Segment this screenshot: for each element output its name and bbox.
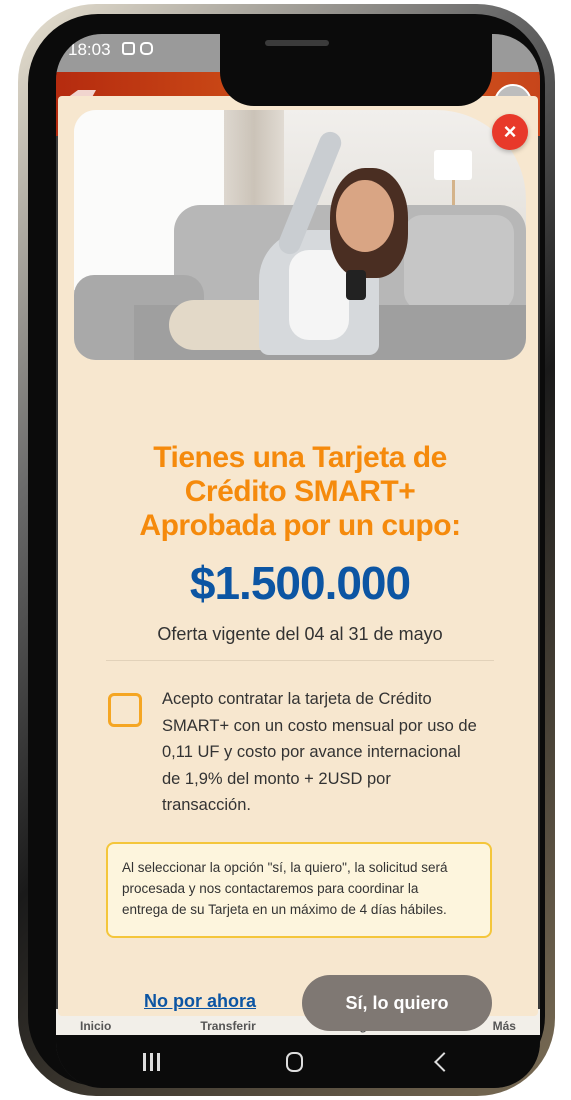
offer-title-line: Tienes una Tarjeta de (153, 441, 447, 474)
phone-screen: 18:03 Inicio Transferir Seguridad Más (56, 34, 540, 1088)
status-time: 18:03 (68, 40, 111, 59)
nav-item-transferir[interactable]: Transferir (200, 1019, 255, 1035)
hero-image (74, 110, 526, 360)
nav-item-inicio[interactable]: Inicio (80, 1019, 111, 1035)
accept-terms-line: Acepto contratar la tarjeta de Crédito (162, 690, 432, 708)
credit-amount: $1.500.000 (189, 557, 411, 609)
speaker-grille (265, 40, 329, 46)
not-now-link[interactable]: No por ahora (144, 991, 256, 1012)
recent-apps-icon[interactable] (143, 1053, 161, 1071)
divider (106, 660, 494, 661)
nav-item-mas[interactable]: Más (493, 1019, 516, 1035)
accept-terms-line: 0,11 UF y costo por avance internacional (162, 743, 461, 761)
close-button[interactable]: × (492, 114, 528, 150)
accept-terms-text: Acepto contratar la tarjeta de Crédito S… (162, 686, 502, 819)
system-navigation-bar (56, 1035, 540, 1088)
offer-title-line: Aprobada por un cupo: (139, 509, 461, 542)
accept-terms-line: de 1,9% del monto + 2USD por (162, 769, 391, 788)
credit-card-offer-modal: × Tienes una Tarjeta de Crédito SMART+ A… (58, 96, 540, 1031)
accept-terms-checkbox[interactable] (108, 693, 142, 727)
accept-offer-button[interactable]: Sí, lo quiero (302, 975, 492, 1031)
accept-terms-line: SMART+ con un costo mensual por uso de (162, 716, 477, 735)
offer-title: Tienes una Tarjeta de Crédito SMART+ Apr… (58, 441, 540, 543)
instagram-icon (140, 42, 153, 55)
notice-line: entrega de su Tarjeta en un máximo de 4 … (122, 902, 447, 917)
offer-validity: Oferta vigente del 04 al 31 de mayo (157, 624, 443, 644)
gallery-icon (122, 42, 135, 55)
offer-title-line: Crédito SMART+ (184, 475, 416, 508)
accept-terms-line: transacción. (162, 796, 251, 814)
home-icon[interactable] (286, 1052, 303, 1072)
notice-line: Al seleccionar la opción "sí, la quiero"… (122, 860, 448, 875)
back-icon[interactable] (434, 1052, 454, 1072)
camera-notch (220, 34, 492, 106)
notice-line: procesada y nos contactaremos para coord… (122, 881, 419, 896)
processing-notice: Al seleccionar la opción "sí, la quiero"… (106, 842, 492, 938)
